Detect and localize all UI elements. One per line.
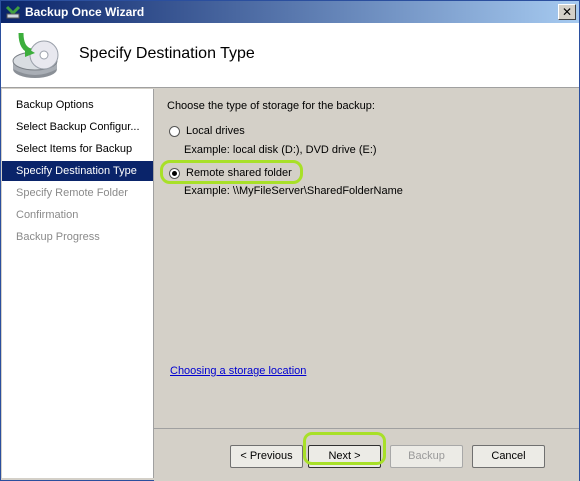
backup-app-icon: [5, 5, 21, 19]
wizard-window: Backup Once Wizard ✕ Specify Destination…: [0, 0, 580, 481]
backup-button[interactable]: Backup: [390, 445, 463, 468]
main-content: Choose the type of storage for the backu…: [154, 88, 579, 481]
sidebar-item-select-items: Select Items for Backup: [16, 143, 133, 155]
storage-type-prompt: Choose the type of storage for the backu…: [167, 100, 375, 112]
previous-button[interactable]: < Previous: [230, 445, 303, 468]
wizard-header: Specify Destination Type: [1, 23, 579, 88]
local-drives-radio[interactable]: [169, 126, 180, 137]
remote-shared-folder-radio[interactable]: [169, 168, 180, 179]
backup-drive-icon: [12, 32, 59, 78]
cancel-button[interactable]: Cancel: [472, 445, 545, 468]
sidebar-item-select-backup-configuration: Select Backup Configur...: [16, 121, 140, 133]
title-bar[interactable]: Backup Once Wizard ✕: [1, 1, 579, 23]
window-title: Backup Once Wizard: [25, 5, 145, 19]
sidebar-item-specify-remote-folder: Specify Remote Folder: [16, 187, 128, 199]
storage-location-help-link[interactable]: Choosing a storage location: [170, 365, 306, 377]
sidebar-item-specify-destination-type: Specify Destination Type: [2, 161, 153, 181]
next-button-highlight: [303, 432, 386, 465]
sidebar-item-confirmation: Confirmation: [16, 209, 79, 221]
remote-shared-folder-example: Example: \\MyFileServer\SharedFolderName: [184, 185, 403, 197]
wizard-steps-sidebar: Backup Options Select Backup Configur...…: [2, 89, 154, 478]
local-drives-label[interactable]: Local drives: [186, 125, 245, 137]
remote-shared-folder-label[interactable]: Remote shared folder: [186, 167, 292, 179]
local-drives-example: Example: local disk (D:), DVD drive (E:): [184, 144, 377, 156]
page-title: Specify Destination Type: [79, 45, 255, 62]
close-icon[interactable]: ✕: [558, 4, 576, 20]
sidebar-item-backup-options: Backup Options: [16, 99, 94, 111]
sidebar-item-backup-progress: Backup Progress: [16, 231, 100, 243]
